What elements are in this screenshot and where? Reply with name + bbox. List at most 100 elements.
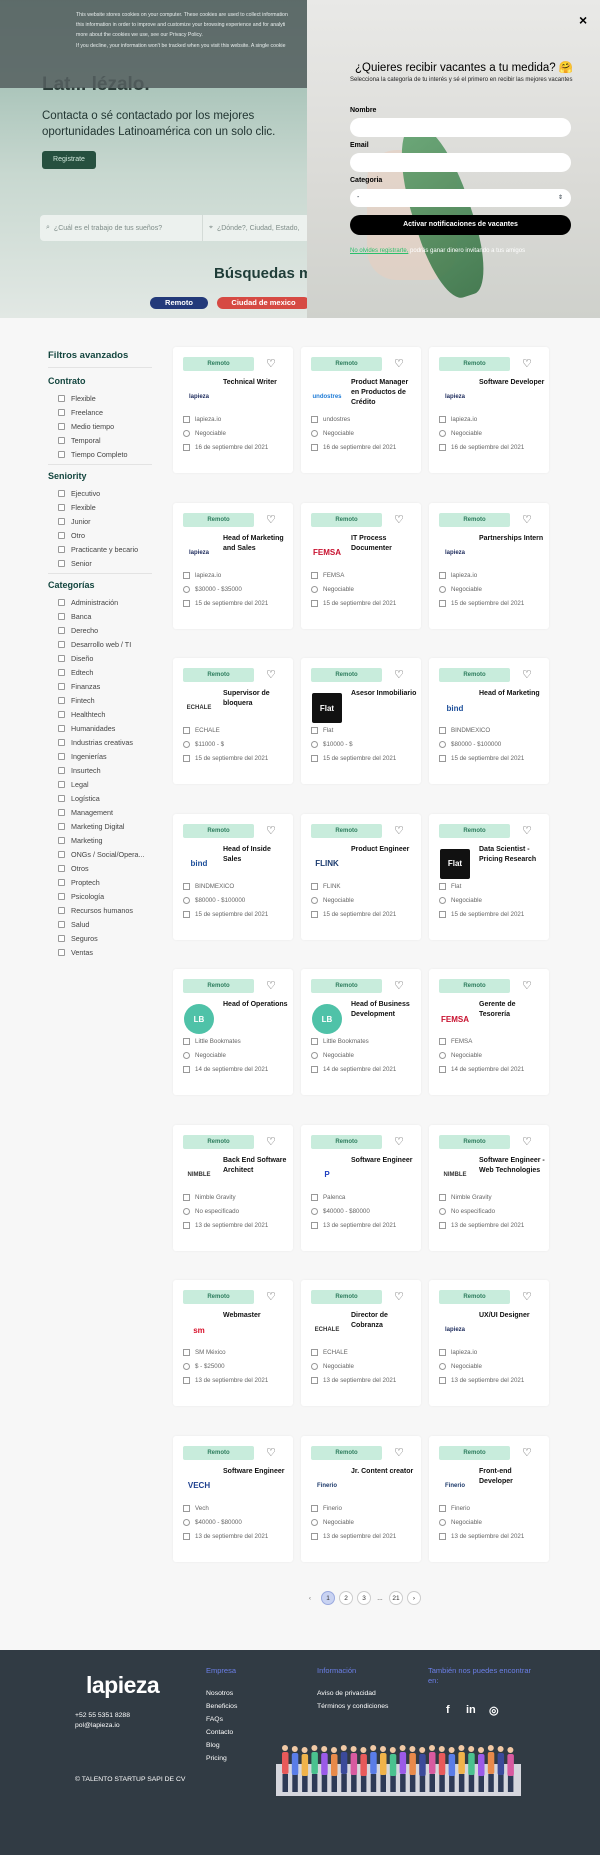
job-search-input[interactable]: ⌕ ¿Cuál es el trabajo de tus sueños? [40, 215, 200, 241]
heart-icon[interactable]: ♡ [394, 357, 404, 370]
checkbox[interactable] [58, 422, 65, 430]
job-title[interactable]: Head of Marketing [479, 689, 545, 699]
job-title[interactable]: Product Engineer [351, 845, 417, 855]
checkbox[interactable] [58, 836, 65, 844]
job-title[interactable]: Head of Operations [223, 1000, 289, 1010]
footer-link-contacto[interactable]: Contacto [206, 1729, 233, 1736]
footer-link-beneficios[interactable]: Beneficios [206, 1703, 237, 1710]
heart-icon[interactable]: ♡ [394, 668, 404, 681]
heart-icon[interactable]: ♡ [266, 513, 276, 526]
checkbox[interactable] [58, 892, 65, 900]
heart-icon[interactable]: ♡ [394, 513, 404, 526]
categoria-option[interactable]: ONGs / Social/Opera... [48, 847, 152, 861]
categoria-option[interactable]: Management [48, 805, 152, 819]
categoria-option[interactable]: Seguros [48, 931, 152, 945]
seniority-option[interactable]: Junior [48, 514, 152, 528]
categoria-option[interactable]: Ingenierías [48, 749, 152, 763]
footer-link-pricing[interactable]: Pricing [206, 1755, 227, 1762]
next-page-button[interactable]: › [407, 1591, 421, 1605]
job-card[interactable]: Remoto ♡ undostres Product Manager en Produ… [301, 347, 421, 473]
categoria-option[interactable]: Derecho [48, 623, 152, 637]
checkbox[interactable] [58, 710, 65, 718]
contrato-option[interactable]: Tiempo Completo [48, 447, 152, 461]
categoria-option[interactable]: Industrias creativas [48, 735, 152, 749]
job-title[interactable]: Gerente de Tesorería [479, 1000, 545, 1020]
page-button-3[interactable]: 3 [357, 1591, 371, 1605]
checkbox[interactable] [58, 436, 65, 444]
checkbox[interactable] [58, 640, 65, 648]
page-button-2[interactable]: 2 [339, 1591, 353, 1605]
checkbox[interactable] [58, 626, 65, 634]
job-title[interactable]: Software Engineer [223, 1467, 289, 1477]
checkbox[interactable] [58, 808, 65, 816]
heart-icon[interactable]: ♡ [394, 979, 404, 992]
categoria-option[interactable]: Otros [48, 861, 152, 875]
register-button[interactable]: Registrate [42, 151, 96, 169]
footer-link-blog[interactable]: Blog [206, 1742, 220, 1749]
checkbox[interactable] [58, 934, 65, 942]
categoria-option[interactable]: Salud [48, 917, 152, 931]
popular-search-cdmx[interactable]: Ciudad de mexico [217, 297, 310, 309]
linkedin-icon[interactable]: in [466, 1704, 476, 1716]
job-card[interactable]: Remoto ♡ bind Head of Inside Sales BINDMEXIC… [173, 813, 293, 940]
checkbox[interactable] [58, 394, 65, 402]
heart-icon[interactable]: ♡ [394, 1290, 404, 1303]
categoria-option[interactable]: Finanzas [48, 679, 152, 693]
job-title[interactable]: Front-end Developer [479, 1467, 545, 1487]
checkbox[interactable] [58, 517, 65, 525]
job-card[interactable]: Remoto ♡ lapieza Partnerships Intern lapieza… [429, 502, 549, 629]
categoria-option[interactable]: Marketing Digital [48, 819, 152, 833]
heart-icon[interactable]: ♡ [522, 979, 532, 992]
job-card[interactable]: Remoto ♡ NIMBLE Software Engineer - Web Tec… [429, 1124, 549, 1251]
prev-page-button[interactable]: ‹ [303, 1591, 317, 1605]
heart-icon[interactable]: ♡ [266, 668, 276, 681]
job-card[interactable]: Remoto ♡ P Software Engineer Palenca $40000 -… [301, 1124, 421, 1251]
categoria-option[interactable]: Diseño [48, 651, 152, 665]
heart-icon[interactable]: ♡ [394, 1446, 404, 1459]
job-title[interactable]: Director de Cobranza [351, 1311, 417, 1331]
checkbox[interactable] [58, 948, 65, 956]
checkbox[interactable] [58, 878, 65, 886]
register-link[interactable]: No olvides registrarte, [350, 248, 408, 254]
categoria-option[interactable]: Healthtech [48, 707, 152, 721]
page-button-1[interactable]: 1 [321, 1591, 335, 1605]
job-card[interactable]: Remoto ♡ bind Head of Marketing BINDMEXICO $8… [429, 658, 549, 784]
job-title[interactable]: IT Process Documenter [351, 534, 417, 554]
checkbox[interactable] [58, 822, 65, 830]
heart-icon[interactable]: ♡ [522, 668, 532, 681]
checkbox[interactable] [58, 766, 65, 774]
categoria-option[interactable]: Legal [48, 777, 152, 791]
job-card[interactable]: Remoto ♡ lapieza Software Developer lapieza.… [429, 347, 549, 473]
checkbox[interactable] [58, 906, 65, 914]
heart-icon[interactable]: ♡ [522, 824, 532, 837]
job-title[interactable]: Webmaster [223, 1311, 289, 1321]
job-title[interactable]: Software Developer [479, 378, 545, 388]
job-card[interactable]: Remoto ♡ LB Head of Business Development Lit… [301, 969, 421, 1095]
categoria-option[interactable]: Edtech [48, 665, 152, 679]
job-card[interactable]: Remoto ♡ NIMBLE Back End Software Architect… [173, 1124, 293, 1251]
heart-icon[interactable]: ♡ [522, 1446, 532, 1459]
heart-icon[interactable]: ♡ [522, 1135, 532, 1148]
categoria-option[interactable]: Psicología [48, 889, 152, 903]
checkbox[interactable] [58, 654, 65, 662]
categoria-option[interactable]: Proptech [48, 875, 152, 889]
categoria-option[interactable]: Logística [48, 791, 152, 805]
footer-link-faqs[interactable]: FAQs [206, 1716, 223, 1723]
heart-icon[interactable]: ♡ [522, 357, 532, 370]
checkbox[interactable] [58, 612, 65, 620]
categoria-option[interactable]: Fintech [48, 693, 152, 707]
contrato-option[interactable]: Flexible [48, 391, 152, 405]
checkbox[interactable] [58, 780, 65, 788]
job-title[interactable]: Asesor Inmobiliario [351, 689, 417, 699]
checkbox[interactable] [58, 752, 65, 760]
category-select[interactable]: - ⇕ [350, 189, 571, 207]
job-title[interactable]: Supervisor de bloquera [223, 689, 289, 709]
job-card[interactable]: Remoto ♡ Flat Asesor Inmobiliario Flat $10000… [301, 658, 421, 784]
job-title[interactable]: Partnerships Intern [479, 534, 545, 544]
activate-notifications-button[interactable]: Activar notificaciones de vacantes [350, 215, 571, 235]
job-title[interactable]: Head of Inside Sales [223, 845, 289, 865]
categoria-option[interactable]: Recursos humanos [48, 903, 152, 917]
categoria-option[interactable]: Humanidades [48, 721, 152, 735]
instagram-icon[interactable]: ◎ [489, 1704, 499, 1717]
checkbox[interactable] [58, 598, 65, 606]
